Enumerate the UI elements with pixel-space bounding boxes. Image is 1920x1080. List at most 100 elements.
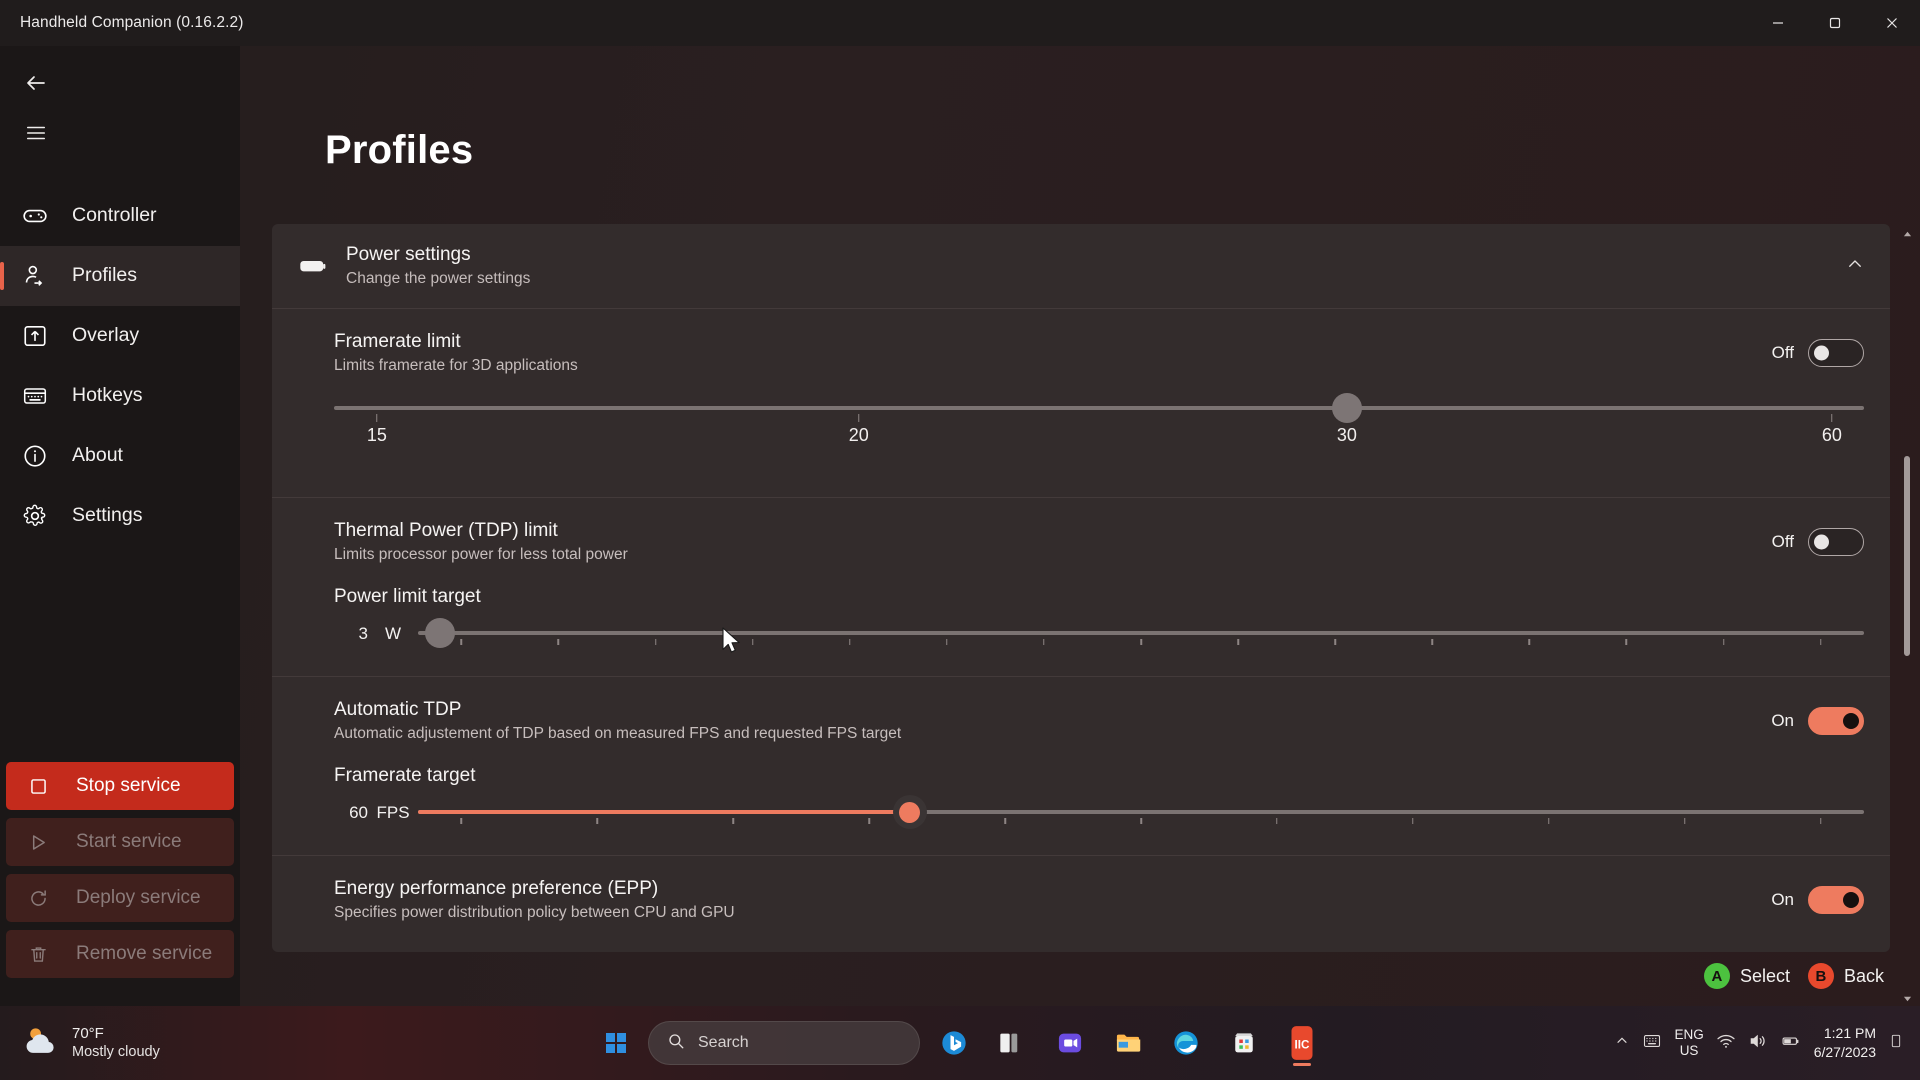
- store-icon[interactable]: [1220, 1019, 1268, 1067]
- hint-back[interactable]: B Back: [1807, 963, 1884, 989]
- main-content: Profiles Power settings Change the power…: [240, 46, 1920, 1006]
- teams-icon[interactable]: [1046, 1019, 1094, 1067]
- start-button[interactable]: [594, 1021, 638, 1065]
- chevron-up-icon[interactable]: [1900, 226, 1914, 242]
- vertical-scrollbar[interactable]: [1900, 226, 1914, 1006]
- clock-time: 1:21 PM: [1823, 1025, 1876, 1042]
- close-button[interactable]: [1863, 0, 1920, 46]
- slider-tick: [751, 639, 754, 645]
- battery-icon[interactable]: [1780, 1031, 1802, 1056]
- sidebar-top-controls: [0, 46, 240, 158]
- notification-icon[interactable]: [1888, 1032, 1904, 1055]
- slider-ticks: [418, 639, 1864, 649]
- toggle-state-label: On: [1771, 890, 1794, 909]
- epp-row: Energy performance preference (EPP) Spec…: [272, 855, 1890, 952]
- framerate-limit-toggle[interactable]: [1808, 339, 1864, 367]
- slider-tick: [1334, 639, 1336, 645]
- search-input[interactable]: Search: [648, 1021, 920, 1065]
- windows-taskbar: 70°F Mostly cloudy Search IIC ENG US 1:2…: [0, 1006, 1920, 1080]
- maximize-button[interactable]: [1806, 0, 1863, 46]
- sidebar-item-controller[interactable]: Controller: [0, 186, 240, 246]
- setting-title: Framerate limit: [334, 331, 461, 352]
- settings-scroll-area: Power settings Change the power settings…: [240, 224, 1920, 1006]
- handheld-companion-icon[interactable]: IIC: [1278, 1019, 1326, 1067]
- automatic-tdp-toggle[interactable]: [1808, 707, 1864, 735]
- sidebar-item-label: About: [72, 444, 123, 467]
- sidebar-item-profiles[interactable]: Profiles: [0, 246, 240, 306]
- info-icon: [22, 441, 56, 471]
- slider-tick: [732, 818, 734, 824]
- hamburger-menu-icon[interactable]: [2, 108, 70, 158]
- touch-keyboard-icon[interactable]: [1642, 1031, 1662, 1056]
- slider-thumb[interactable]: [424, 618, 455, 648]
- slider-tick: [596, 818, 599, 824]
- deploy-service-button: Deploy service: [6, 874, 234, 922]
- toggle-state-label: On: [1771, 711, 1794, 730]
- slider-tick: [1683, 818, 1686, 824]
- hint-label: Select: [1739, 965, 1790, 986]
- framerate-target-unit: FPS: [376, 803, 410, 822]
- epp-toggle[interactable]: [1808, 886, 1864, 914]
- battery-icon: [298, 251, 346, 281]
- trash-icon: [28, 944, 60, 965]
- tick-label: 15: [366, 425, 387, 445]
- search-placeholder: Search: [698, 1034, 749, 1051]
- bing-chat-icon[interactable]: [930, 1019, 978, 1067]
- power-limit-target-slider[interactable]: [418, 614, 1864, 654]
- framerate-target-value: 60: [349, 803, 368, 822]
- language-line1: ENG: [1674, 1027, 1704, 1043]
- taskbar-center: Search IIC: [594, 1019, 1326, 1067]
- task-view-icon[interactable]: [988, 1019, 1036, 1067]
- volume-icon[interactable]: [1748, 1031, 1768, 1056]
- slider-tick: [1819, 639, 1822, 645]
- clock-date: 6/27/2023: [1813, 1044, 1876, 1060]
- sidebar-item-overlay[interactable]: Overlay: [0, 306, 240, 366]
- sidebar-item-about[interactable]: About: [0, 426, 240, 486]
- sidebar-nav: Controller Profiles Overlay Hotkeys Abou…: [0, 186, 240, 546]
- tdp-limit-row: Thermal Power (TDP) limit Limits process…: [272, 497, 1890, 676]
- language-indicator[interactable]: ENG US: [1674, 1027, 1703, 1058]
- setting-subtitle: Automatic adjustement of TDP based on me…: [334, 725, 902, 742]
- sidebar-item-label: Controller: [72, 204, 157, 227]
- stop-icon: [28, 776, 60, 797]
- sidebar-item-settings[interactable]: Settings: [0, 486, 240, 546]
- wifi-icon[interactable]: [1716, 1031, 1736, 1056]
- service-controls: Stop service Start service Deploy servic…: [0, 762, 240, 1006]
- sidebar-item-hotkeys[interactable]: Hotkeys: [0, 366, 240, 426]
- framerate-limit-row: Framerate limit Limits framerate for 3D …: [272, 308, 1890, 497]
- chevron-up-icon[interactable]: [1846, 255, 1864, 278]
- back-button[interactable]: [2, 58, 70, 108]
- application-window: Handheld Companion (0.16.2.2) Controller…: [0, 0, 1920, 1080]
- title-bar: Handheld Companion (0.16.2.2): [0, 0, 1920, 46]
- scrollbar-thumb[interactable]: [1904, 456, 1910, 656]
- framerate-target-slider[interactable]: [418, 793, 1864, 833]
- card-subtitle: Change the power settings: [346, 270, 531, 287]
- slider-track: [418, 631, 1864, 635]
- weather-condition: Mostly cloudy: [72, 1044, 160, 1061]
- taskbar-clock[interactable]: 1:21 PM 6/27/2023: [1814, 1024, 1876, 1062]
- framerate-limit-slider[interactable]: 15 20 30 60: [334, 389, 1864, 475]
- stop-service-button[interactable]: Stop service: [6, 762, 234, 810]
- power-settings-header[interactable]: Power settings Change the power settings: [272, 224, 1890, 308]
- window-controls: [1749, 0, 1920, 46]
- minimize-button[interactable]: [1749, 0, 1806, 46]
- play-icon: [28, 832, 60, 853]
- slider-tick: [1528, 639, 1531, 645]
- window-title: Handheld Companion (0.16.2.2): [20, 14, 244, 31]
- tdp-limit-toggle[interactable]: [1808, 528, 1864, 556]
- slider-thumb[interactable]: [1331, 393, 1362, 423]
- slider-tick: [1625, 639, 1628, 645]
- tick-label: 20: [848, 425, 869, 445]
- weather-widget[interactable]: 70°F Mostly cloudy: [22, 1022, 252, 1065]
- slider-thumb[interactable]: [892, 795, 927, 829]
- setting-title: Automatic TDP: [334, 699, 462, 720]
- setting-subtitle: Limits processor power for less total po…: [334, 546, 628, 563]
- setting-title: Thermal Power (TDP) limit: [334, 520, 558, 541]
- setting-subtitle: Limits framerate for 3D applications: [334, 357, 578, 374]
- file-explorer-icon[interactable]: [1104, 1019, 1152, 1067]
- edge-icon[interactable]: [1162, 1019, 1210, 1067]
- hint-select[interactable]: A Select: [1703, 963, 1790, 989]
- toggle-state-label: Off: [1771, 532, 1794, 551]
- framerate-target-label: Framerate target: [334, 765, 476, 786]
- chevron-up-icon[interactable]: [1614, 1033, 1630, 1054]
